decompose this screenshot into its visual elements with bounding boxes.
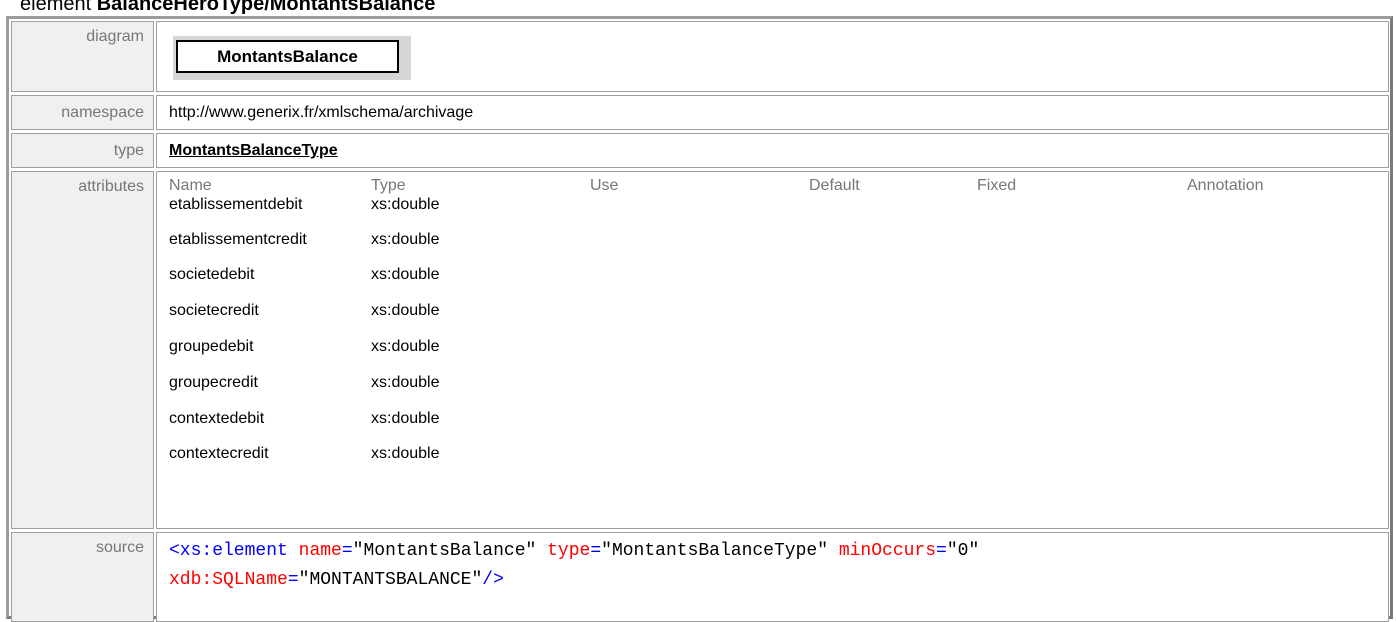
code-attr-name: xdb:SQLName: [169, 570, 288, 590]
element-table: diagram MontantsBalance namespace http:/…: [6, 16, 1393, 622]
attributes-label: attributes: [11, 171, 154, 529]
attr-type: xs:double: [371, 196, 440, 213]
diagram-label: diagram: [11, 21, 154, 92]
attr-type: xs:double: [371, 338, 440, 355]
attr-name: contextedebit: [169, 410, 265, 427]
page-heading: element BalanceHeroType/MontantsBalance: [20, 0, 435, 15]
attr-type: xs:double: [371, 445, 440, 462]
attr-header-annotation: Annotation: [1187, 177, 1264, 194]
code-attr-name: name: [298, 541, 342, 561]
attr-name: contextecredit: [169, 445, 269, 462]
attr-header-fixed: Fixed: [977, 177, 1017, 194]
attr-type: xs:double: [371, 302, 440, 319]
diagram-element-box[interactable]: MontantsBalance: [176, 40, 399, 73]
attr-name: societecredit: [169, 302, 259, 319]
attr-type: xs:double: [371, 374, 440, 391]
attr-type: xs:double: [371, 266, 440, 283]
code-attr-name: minOccurs: [838, 541, 937, 561]
attr-header-use: Use: [590, 177, 619, 194]
code-tag-open: <xs:element: [169, 541, 288, 561]
source-line-2: xdb:SQLName="MONTANTSBALANCE"/>: [169, 570, 504, 590]
attr-header-name: Name: [169, 177, 212, 194]
code-equals: =: [936, 541, 947, 561]
code-attr-value: "MontantsBalanceType": [601, 541, 828, 561]
attr-name: etablissementdebit: [169, 196, 303, 213]
namespace-row: namespace http://www.generix.fr/xmlschem…: [9, 95, 1390, 130]
namespace-label: namespace: [11, 95, 154, 130]
attributes-row: attributes Name Type Use Default Fixed A…: [9, 171, 1390, 529]
attr-type: xs:double: [371, 231, 440, 248]
code-attr-value: "MONTANTSBALANCE": [298, 570, 483, 590]
type-cell: MontantsBalanceType: [156, 133, 1389, 168]
type-row: type MontantsBalanceType: [9, 133, 1390, 168]
heading-element-name: BalanceHeroType/MontantsBalance: [96, 0, 436, 15]
attr-name: groupecredit: [169, 374, 258, 391]
source-row: source <xs:element name="MontantsBalance…: [9, 532, 1390, 622]
source-label: source: [11, 532, 154, 622]
diagram-shadow: MontantsBalance: [173, 36, 411, 80]
attr-name: societedebit: [169, 266, 255, 283]
attr-header-default: Default: [809, 177, 860, 194]
diagram-row: diagram MontantsBalance: [9, 21, 1390, 92]
type-link[interactable]: MontantsBalanceType: [169, 142, 338, 159]
heading-prefix: element: [20, 0, 92, 15]
code-attr-name: type: [547, 541, 591, 561]
code-attr-value: "MontantsBalance": [352, 541, 537, 561]
attr-name: etablissementcredit: [169, 231, 307, 248]
attr-name: groupedebit: [169, 338, 254, 355]
attr-header-type: Type: [371, 177, 406, 194]
attributes-cell: Name Type Use Default Fixed Annotation e…: [156, 171, 1389, 529]
attr-type: xs:double: [371, 410, 440, 427]
source-cell: <xs:element name="MontantsBalance" type=…: [156, 532, 1389, 622]
code-equals: =: [590, 541, 602, 561]
code-attr-value: "0": [946, 541, 980, 561]
code-equals: =: [341, 541, 353, 561]
code-equals: =: [287, 570, 299, 590]
diagram-cell: MontantsBalance: [156, 21, 1389, 92]
source-line-1: <xs:element name="MontantsBalance" type=…: [169, 541, 979, 561]
type-label: type: [11, 133, 154, 168]
namespace-value: http://www.generix.fr/xmlschema/archivag…: [156, 95, 1389, 130]
code-tag-close: />: [482, 570, 504, 590]
